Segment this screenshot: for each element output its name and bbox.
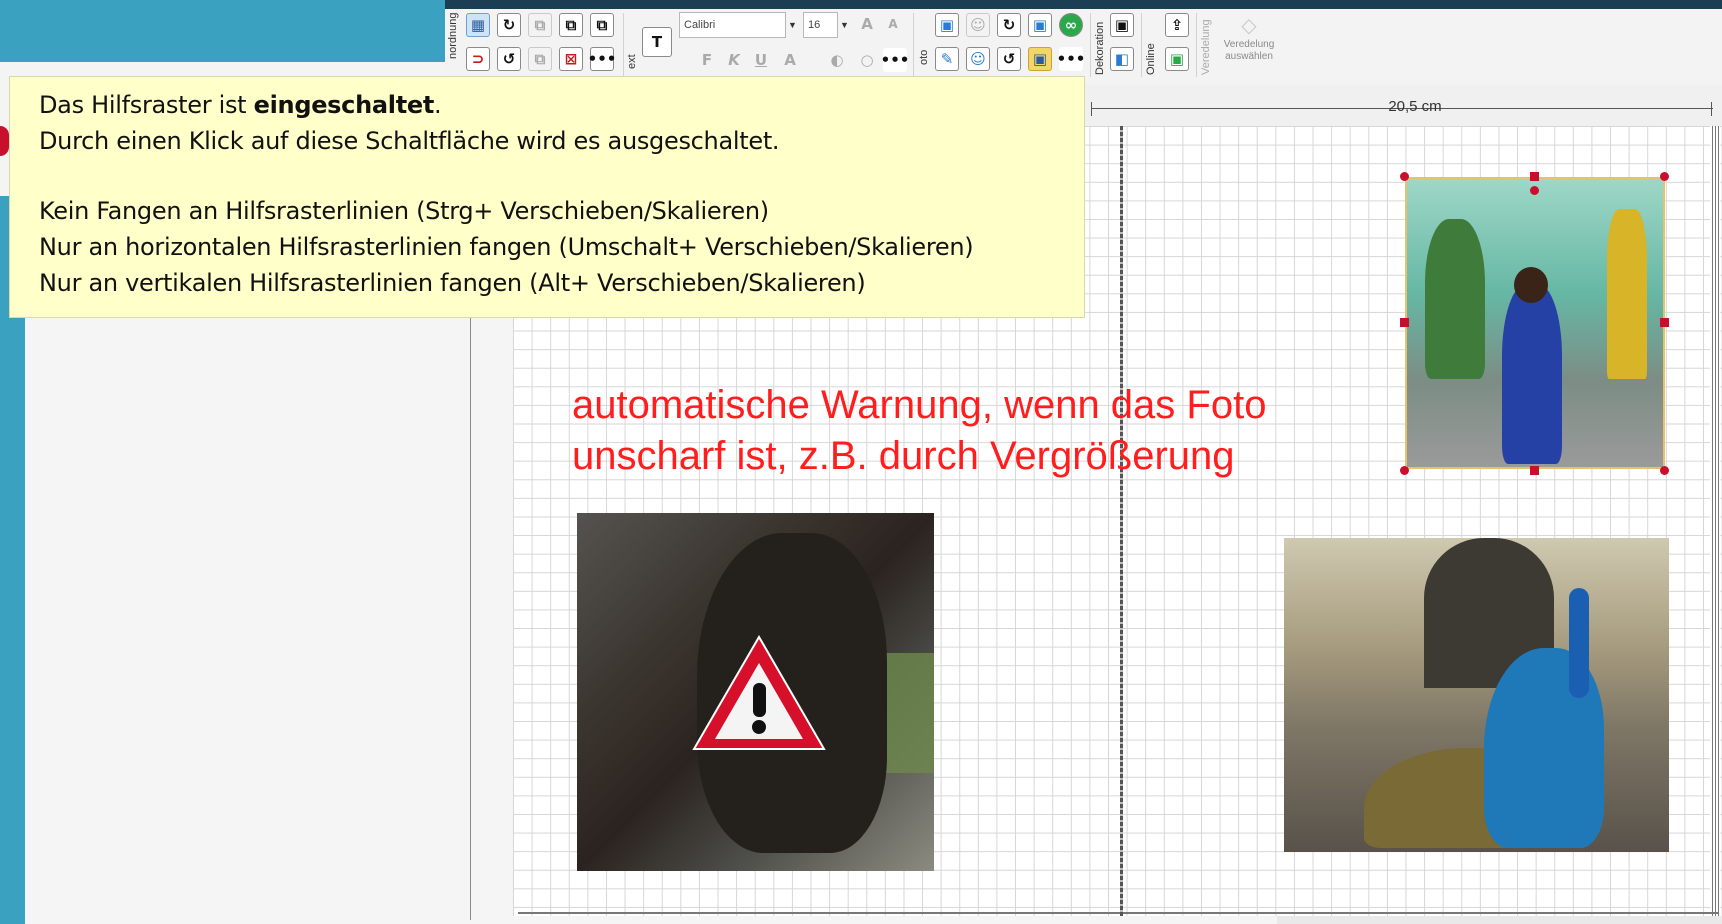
veredelung-button[interactable]: ◇ Veredelung auswählen bbox=[1215, 13, 1283, 77]
grid-tooltip: Das Hilfsraster ist eingeschaltet. Durch… bbox=[9, 76, 1085, 318]
italic-button[interactable]: K bbox=[722, 48, 746, 72]
veredelung-label-2: auswählen bbox=[1225, 51, 1273, 62]
diamond-icon: ◇ bbox=[1241, 15, 1257, 37]
tooltip-line-2: Durch einen Klick auf diese Schaltfläche… bbox=[39, 127, 780, 155]
photo-quality-icon[interactable]: ▣ bbox=[1028, 47, 1052, 71]
photo-peacock[interactable] bbox=[1284, 538, 1669, 852]
underline-button[interactable]: U bbox=[749, 48, 773, 72]
font-size-select[interactable]: 16 bbox=[803, 12, 838, 38]
separator bbox=[1090, 13, 1091, 77]
layer-up-icon[interactable]: ⧉ bbox=[528, 13, 552, 37]
online-upload-icon[interactable]: ⇪ bbox=[1165, 13, 1189, 37]
resize-handle-w[interactable] bbox=[1400, 318, 1409, 327]
group-icon[interactable]: ⧉ bbox=[528, 47, 552, 71]
more-text-icon[interactable]: ••• bbox=[881, 48, 909, 72]
clipart-icon[interactable]: ◧ bbox=[1110, 47, 1134, 71]
veredelung-label-1: Veredelung bbox=[1223, 39, 1275, 50]
rotate-left-icon[interactable]: ↺ bbox=[497, 47, 521, 71]
font-color-icon[interactable]: A bbox=[778, 48, 802, 72]
photo-horse[interactable] bbox=[577, 513, 934, 871]
annotation-line-2: unscharf ist, z.B. durch Vergrößerung bbox=[572, 434, 1235, 478]
separator bbox=[1141, 13, 1142, 77]
photo-frame-icon[interactable]: ▣ bbox=[1028, 13, 1052, 37]
ruler-tick bbox=[1711, 102, 1712, 116]
chevron-down-icon[interactable]: ▼ bbox=[838, 12, 851, 38]
shape-icon[interactable]: ○ bbox=[855, 48, 879, 72]
group-label-anordnung: nordnung bbox=[447, 12, 459, 60]
fill-color-icon[interactable]: ◐ bbox=[825, 48, 849, 72]
group-label-foto: oto bbox=[918, 49, 930, 65]
ruler-tick bbox=[1091, 102, 1092, 116]
font-shrink-icon[interactable]: A bbox=[881, 12, 905, 36]
photo-street-dancers[interactable] bbox=[1405, 177, 1665, 469]
tooltip-line-1-prefix: Das Hilfsraster ist bbox=[39, 91, 254, 119]
more-photo-icon[interactable]: ••• bbox=[1057, 47, 1085, 71]
resize-handle-se[interactable] bbox=[1660, 466, 1669, 475]
rotate-handle[interactable] bbox=[1530, 186, 1539, 195]
bold-button[interactable]: F bbox=[695, 48, 719, 72]
tooltip-line-3: Kein Fangen an Hilfsrasterlinien (Strg+ … bbox=[39, 197, 769, 225]
group-label-dekoration: Dekoration bbox=[1094, 21, 1106, 75]
resize-handle-ne[interactable] bbox=[1660, 172, 1669, 181]
resize-handle-n[interactable] bbox=[1530, 172, 1539, 181]
warning-annotation: automatische Warnung, wenn das Foto unsc… bbox=[572, 380, 1332, 482]
flip-icon[interactable]: ↺ bbox=[997, 47, 1021, 71]
rotate-photo-icon[interactable]: ↻ bbox=[997, 13, 1021, 37]
insert-text-icon[interactable]: T bbox=[642, 27, 672, 57]
rotate-icon[interactable]: ↻ bbox=[497, 13, 521, 37]
canvas-edge bbox=[470, 300, 471, 920]
resize-handle-s[interactable] bbox=[1530, 466, 1539, 475]
image-icon[interactable]: ▣ bbox=[935, 13, 959, 37]
resize-handle-sw[interactable] bbox=[1400, 466, 1409, 475]
separator bbox=[913, 13, 914, 77]
resize-handle-e[interactable] bbox=[1660, 318, 1669, 327]
edit-photo-icon[interactable]: ✎ bbox=[935, 47, 959, 71]
title-bar bbox=[445, 0, 1722, 9]
grid-toggle-icon[interactable]: ▦ bbox=[466, 13, 490, 37]
separator bbox=[1196, 13, 1197, 77]
group-label-text: ext bbox=[626, 54, 638, 69]
font-grow-icon[interactable]: A bbox=[855, 12, 879, 36]
online-gallery-icon[interactable]: ▣ bbox=[1165, 47, 1189, 71]
person-icon[interactable]: ☺ bbox=[966, 13, 990, 37]
book-spine bbox=[1120, 126, 1123, 916]
font-family-select[interactable]: Calibri bbox=[679, 12, 786, 38]
group-label-online: Online bbox=[1145, 43, 1157, 75]
warning-icon bbox=[692, 635, 826, 750]
ribbon-toolbar: nordnung ▦ ↻ ⧉ ⧉ ⧉ ⊃ ↺ ⧉ ⊠ ••• ext T Cal… bbox=[445, 9, 1722, 86]
hidden-panel-marker bbox=[0, 126, 9, 156]
resize-handle-nw[interactable] bbox=[1400, 172, 1409, 181]
hidden-toolbar-strip bbox=[0, 62, 445, 76]
send-back-icon[interactable]: ⧉ bbox=[590, 13, 614, 37]
add-person-icon[interactable]: ☺ bbox=[966, 47, 990, 71]
tooltip-line-5: Nur an vertikalen Hilfsrasterlinien fang… bbox=[39, 269, 866, 297]
chevron-down-icon[interactable]: ▼ bbox=[786, 12, 799, 38]
bring-front-icon[interactable]: ⧉ bbox=[559, 13, 583, 37]
tooltip-line-4: Nur an horizontalen Hilfsrasterlinien fa… bbox=[39, 233, 974, 261]
infinity-icon[interactable]: ∞ bbox=[1059, 13, 1083, 37]
page-bottom-edge bbox=[518, 912, 1718, 914]
tooltip-line-1-suffix: . bbox=[434, 91, 442, 119]
delete-layer-icon[interactable]: ⊠ bbox=[559, 47, 583, 71]
ruler-measure-label: 20,5 cm bbox=[1388, 98, 1442, 115]
magnet-icon[interactable]: ⊃ bbox=[466, 47, 490, 71]
page-edge-right bbox=[1710, 126, 1720, 916]
tooltip-line-1: Das Hilfsraster ist eingeschaltet. bbox=[39, 87, 1084, 123]
tooltip-line-1-bold: eingeschaltet bbox=[253, 91, 435, 119]
more-arrange-icon[interactable]: ••• bbox=[588, 47, 616, 71]
separator bbox=[623, 13, 624, 77]
group-label-veredelung: Veredelung bbox=[1200, 19, 1212, 75]
decoration-frame-icon[interactable]: ▣ bbox=[1110, 13, 1134, 37]
annotation-line-1: automatische Warnung, wenn das Foto bbox=[572, 383, 1267, 427]
